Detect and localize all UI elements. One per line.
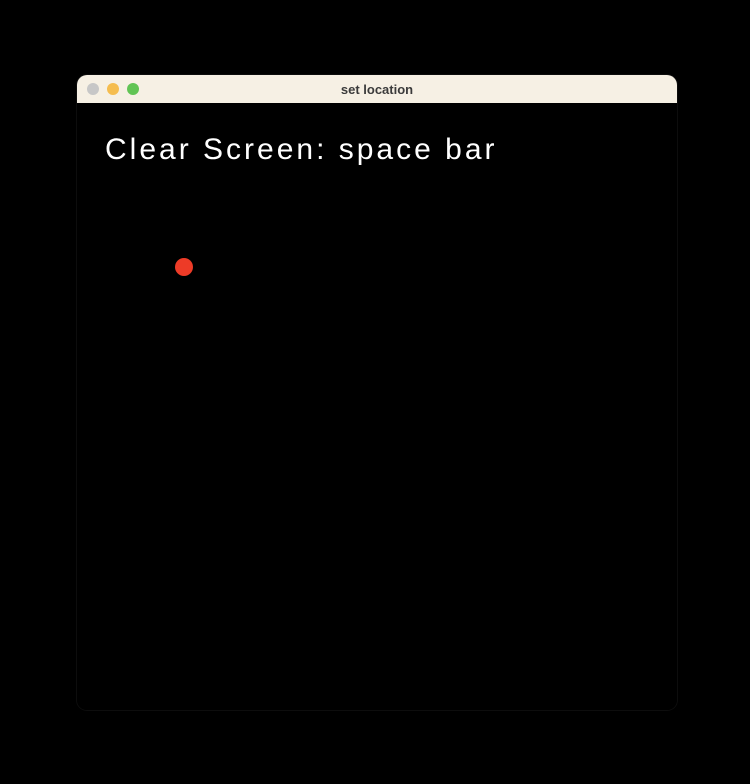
instruction-text: Clear Screen: space bar [105,133,498,167]
canvas-area[interactable]: Clear Screen: space bar [77,103,677,710]
location-dot [175,258,193,276]
window-title: set location [77,82,677,97]
titlebar[interactable]: set location [77,75,677,103]
app-window: set location Clear Screen: space bar [77,75,677,710]
